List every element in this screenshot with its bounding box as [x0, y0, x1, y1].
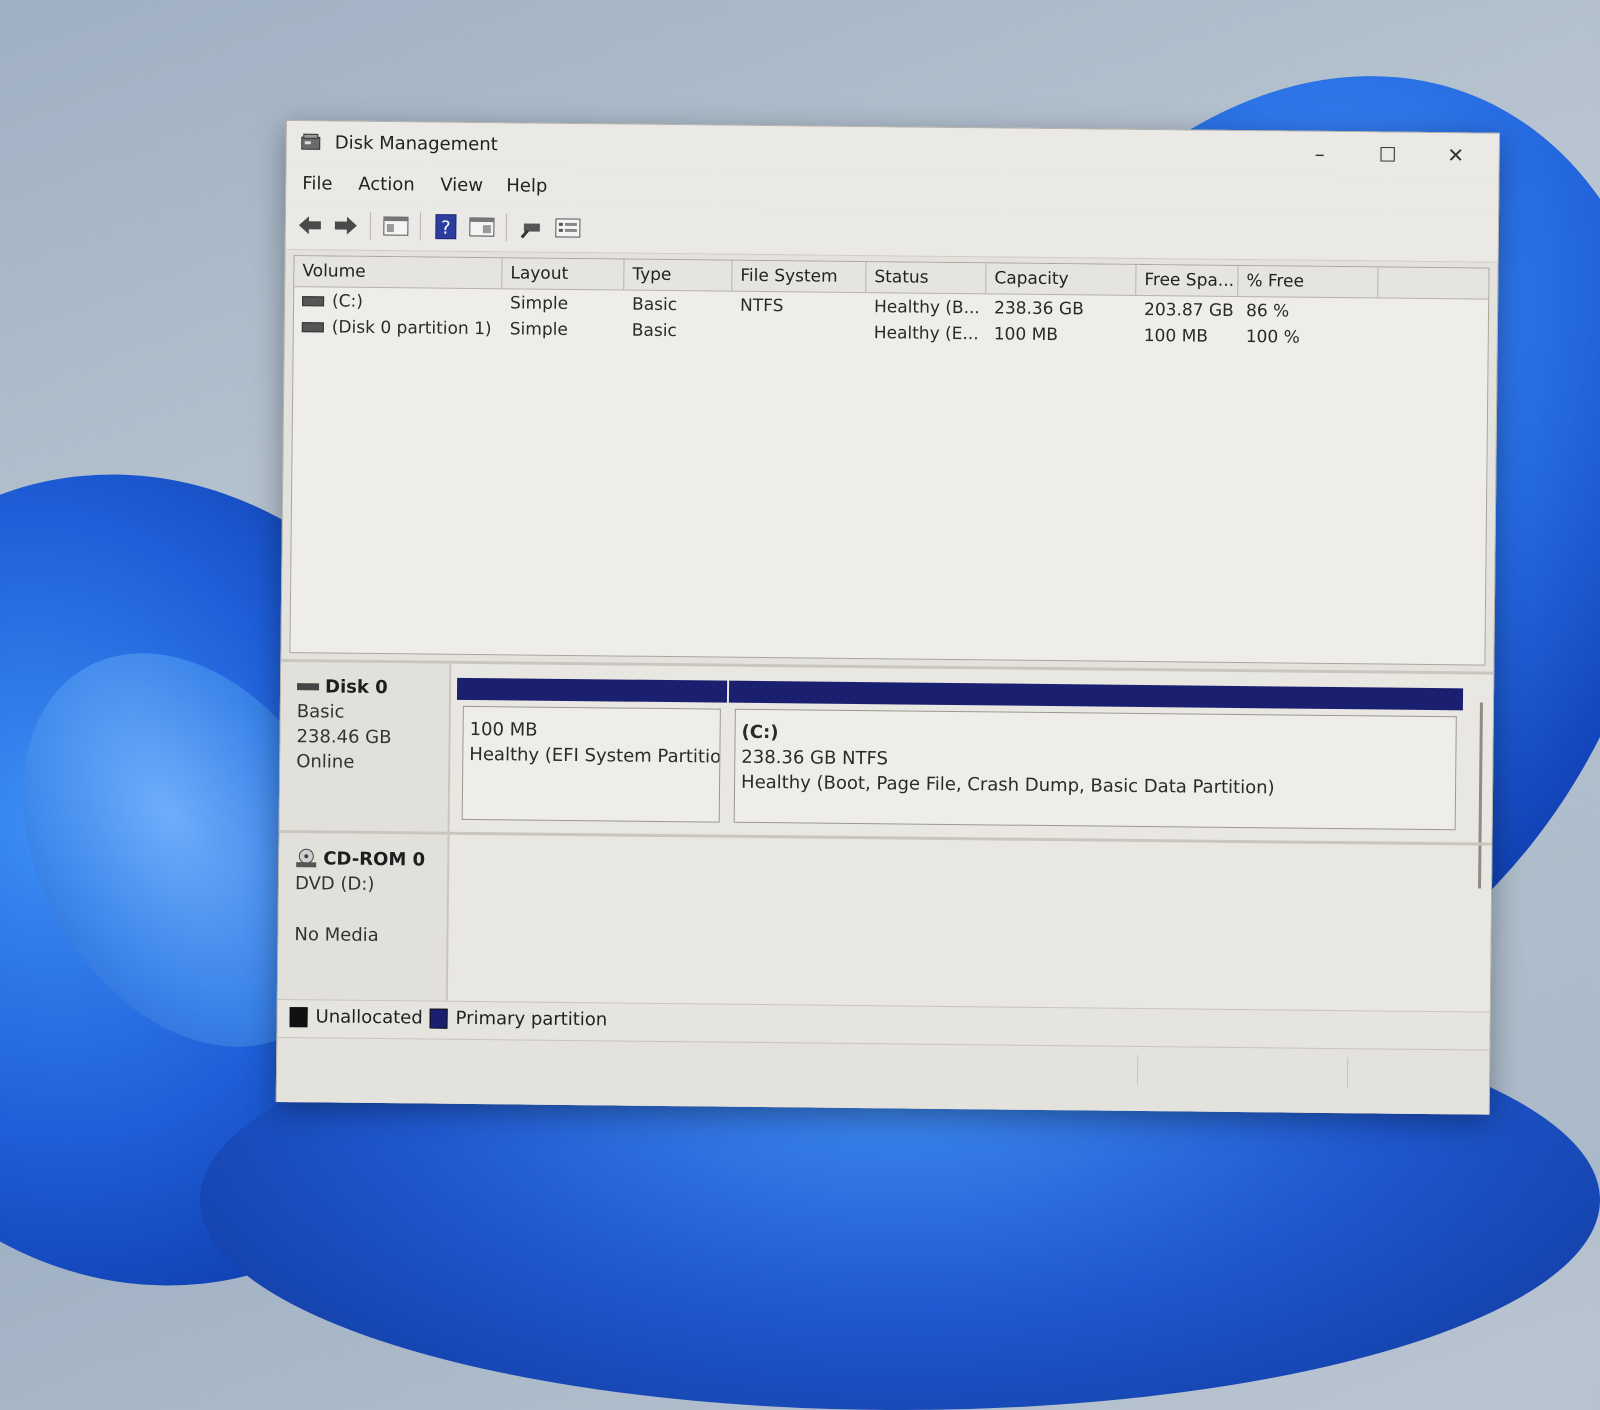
action-pane-icon[interactable] — [468, 213, 496, 241]
layout-cell: Simple — [509, 319, 568, 340]
partition-body: (C:) 238.36 GB NTFS Healthy (Boot, Page … — [733, 708, 1457, 831]
cdrom-0-label[interactable]: CD-ROM 0 DVD (D:) No Media — [277, 832, 450, 1004]
primary-partition-swatch — [429, 1008, 448, 1029]
minimize-icon: – — [1314, 141, 1325, 166]
free-space-cell: 100 MB — [1143, 325, 1209, 347]
legend-label: Primary partition — [455, 1007, 608, 1031]
status-cell: Healthy (E... — [873, 323, 979, 345]
graphical-view-scrollbar[interactable] — [1478, 702, 1483, 889]
column-header-free-space[interactable]: Free Spa... — [1136, 264, 1239, 296]
column-header-percent-free[interactable]: % Free — [1238, 265, 1379, 298]
volume-icon — [302, 296, 325, 307]
console-tree-icon[interactable] — [382, 212, 410, 240]
rescan-icon[interactable] — [518, 213, 546, 241]
svg-text:?: ? — [441, 218, 451, 239]
hard-disk-icon — [297, 683, 320, 691]
disk-0-type: Basic — [296, 701, 345, 723]
disk-0-partitions: 100 MB Healthy (EFI System Partition (C:… — [456, 677, 1464, 837]
disk-0-label[interactable]: Disk 0 Basic 238.46 GB Online — [279, 661, 452, 832]
column-header-file-system[interactable]: File System — [732, 260, 867, 293]
partition-status: Healthy (EFI System Partition — [469, 743, 720, 768]
percent-free-cell: 86 % — [1245, 301, 1290, 322]
capacity-cell: 100 MB — [993, 324, 1059, 346]
legend-primary-partition: Primary partition — [429, 1007, 608, 1031]
help-icon[interactable]: ? — [432, 213, 460, 241]
disk-0-size: 238.46 GB — [296, 726, 392, 749]
status-bar-divider — [1136, 1054, 1139, 1085]
volume-name: (C:) — [331, 291, 364, 312]
volume-cell: (C:) — [294, 288, 502, 316]
disk-management-app-icon — [301, 133, 321, 150]
c-drive-partition[interactable]: (C:) 238.36 GB NTFS Healthy (Boot, Page … — [728, 680, 1464, 837]
file-system-cell — [732, 319, 866, 346]
legend-label: Unallocated — [315, 1006, 423, 1029]
layout-cell: Simple — [509, 293, 569, 314]
toolbar-separator — [369, 211, 372, 240]
disk-0-name: Disk 0 — [324, 676, 388, 699]
menu-view[interactable]: View — [440, 175, 483, 196]
legend-unallocated: Unallocated — [289, 1006, 423, 1029]
volume-list[interactable]: Volume Layout Type File System Status Ca… — [289, 255, 1490, 666]
cd-rom-icon — [296, 848, 317, 868]
column-header-layout[interactable]: Layout — [502, 258, 625, 290]
primary-partition-bar — [456, 677, 728, 703]
menu-help[interactable]: Help — [506, 175, 547, 196]
type-cell: Basic — [631, 294, 678, 316]
maximize-button[interactable]: ☐ — [1359, 138, 1417, 171]
properties-icon[interactable] — [554, 214, 582, 242]
disk-graphical-view[interactable]: Disk 0 Basic 238.46 GB Online 100 MB Hea… — [277, 658, 1494, 1015]
status-bar-divider — [1346, 1057, 1349, 1088]
menu-file[interactable]: File — [302, 173, 332, 194]
cdrom-0-name: CD-ROM 0 — [323, 847, 426, 870]
forward-arrow-icon[interactable] — [332, 211, 360, 239]
volume-name: (Disk 0 partition 1) — [331, 317, 492, 340]
back-arrow-icon[interactable] — [296, 211, 324, 239]
minimize-button[interactable]: – — [1291, 138, 1349, 171]
close-icon: ✕ — [1447, 143, 1465, 168]
cdrom-0-name-row: CD-ROM 0 — [295, 847, 447, 871]
toolbar-separator — [419, 212, 422, 241]
file-system-cell: NTFS — [739, 295, 784, 317]
close-button[interactable]: ✕ — [1427, 139, 1485, 172]
status-cell: Healthy (B... — [873, 297, 980, 319]
disk-management-window: Disk Management – ☐ ✕ File Action View H… — [275, 120, 1500, 1115]
capacity-cell: 238.36 GB — [993, 298, 1084, 320]
unallocated-swatch — [289, 1006, 308, 1027]
status-bar — [276, 1036, 1490, 1115]
type-cell: Basic — [631, 320, 677, 342]
disk-0-name-row: Disk 0 — [297, 676, 449, 699]
cdrom-0-type: DVD (D:) — [294, 873, 375, 895]
column-header-type[interactable]: Type — [624, 259, 733, 291]
disk-0-state: Online — [296, 751, 355, 773]
free-space-cell: 203.87 GB — [1143, 299, 1234, 321]
volume-icon — [301, 322, 324, 333]
maximize-icon: ☐ — [1378, 142, 1397, 167]
partition-size: 100 MB — [469, 718, 538, 741]
menu-action[interactable]: Action — [358, 174, 415, 196]
column-header-capacity[interactable]: Capacity — [986, 263, 1137, 295]
partition-body: 100 MB Healthy (EFI System Partition — [461, 705, 721, 823]
volume-cell: (Disk 0 partition 1) — [294, 314, 502, 342]
primary-partition-bar — [728, 680, 1464, 711]
percent-free-cell: 100 % — [1245, 327, 1300, 348]
column-header-status[interactable]: Status — [866, 262, 987, 294]
column-header-volume[interactable]: Volume — [294, 256, 503, 289]
toolbar-separator — [505, 213, 508, 242]
cdrom-0-state: No Media — [294, 924, 379, 947]
efi-partition[interactable]: 100 MB Healthy (EFI System Partition — [456, 677, 728, 829]
window-title: Disk Management — [334, 132, 498, 156]
cdrom-0-size — [295, 898, 447, 922]
